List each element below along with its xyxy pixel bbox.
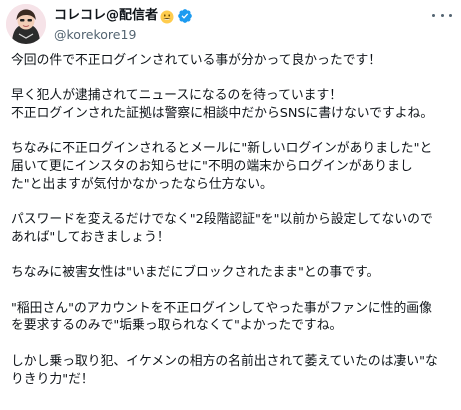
tweet-line: を要求するのみで"垢乗っ取られなくて"よかったですね。: [11, 318, 343, 334]
tweet-header: コレコレ@配信者 @korekore19: [6, 4, 456, 48]
grinning-face-emoji-icon: [160, 9, 174, 24]
tweet-line: あれば"しておきましょう！: [11, 229, 170, 245]
user-handle[interactable]: @korekore19: [54, 27, 136, 43]
avatar-image: [6, 4, 46, 44]
tweet-line: パスワードを変えるだけでなく"2段階認証"を"以前から設定してないので: [11, 212, 433, 228]
tweet-line: 不正ログインされた証拠は警察に相談中だからSNSに書けないですよね。: [11, 106, 434, 122]
tweet-line: ちなみに不正ログインされるとメールに"新しいログインがありました"と: [11, 141, 433, 157]
tweet-line: りきり力"だ！: [11, 371, 94, 387]
more-options-icon[interactable]: [432, 10, 452, 20]
name-row: コレコレ@配信者: [54, 7, 193, 25]
tweet-text: 今回の件で不正ログインされている事が分かって良かったです！ 早く犯人が逮捕されて…: [11, 52, 455, 388]
tweet-line: "稲田さん"のアカウントを不正ログインしてやった事がファンに性的画像: [11, 300, 432, 316]
avatar[interactable]: [6, 4, 46, 44]
tweet-line: た"と出ますが気付かなかったなら仕方ない。: [11, 176, 273, 192]
verified-badge-icon: [177, 8, 193, 24]
tweet-line: 今回の件で不正ログインされている事が分かって良かったです！: [11, 53, 382, 68]
tweet-card: コレコレ@配信者 @korekore19 今回の件で不正ログインされている事が分…: [0, 0, 461, 410]
tweet-line: しかし乗っ取り犯、イケメンの相方の名前出されて萎えていたのは凄い"な: [11, 353, 438, 369]
tweet-line: 届いて更にインスタのお知らせに"不明の端末からログインがありまし: [11, 159, 413, 175]
tweet-line: ちなみに被害女性は"いまだにブロックされたまま"との事です。: [11, 265, 380, 281]
display-name[interactable]: コレコレ@配信者: [54, 7, 158, 25]
tweet-line: 早く犯人が逮捕されてニュースになるのを待っています！: [11, 88, 343, 104]
